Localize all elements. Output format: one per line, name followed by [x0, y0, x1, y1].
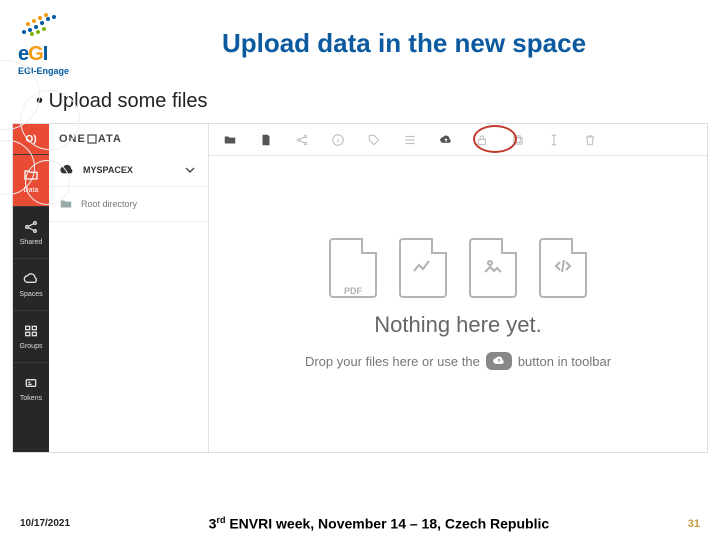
sidebar-item-shared[interactable]: Shared — [13, 206, 49, 258]
bullet-text: • Upload some files — [0, 76, 720, 123]
sidebar-item-label: Shared — [20, 239, 43, 246]
space-name: MYSPACEX — [83, 165, 133, 175]
groups-icon — [23, 323, 39, 339]
lock-icon[interactable] — [475, 133, 489, 147]
tag-icon[interactable] — [367, 133, 381, 147]
brand-glyph-icon — [87, 134, 97, 144]
space-selector[interactable]: MYSPACEX — [49, 154, 208, 187]
brand-bar: ONEATA — [49, 124, 208, 154]
sidebar-item-spaces[interactable]: Spaces — [13, 258, 49, 310]
share-icon[interactable] — [295, 133, 309, 147]
upload-icon[interactable] — [439, 133, 453, 147]
slide-title: Upload data in the new space — [106, 28, 702, 59]
folder-icon — [59, 197, 73, 211]
new-folder-icon[interactable] — [223, 133, 237, 147]
hint-text-pre: Drop your files here or use the — [305, 354, 480, 369]
main-area: PDF Nothing here yet. Drop your files he… — [209, 124, 707, 452]
rename-icon[interactable] — [547, 133, 561, 147]
file-icons-row: PDF — [329, 238, 587, 298]
sidebar-item-label: Tokens — [20, 395, 42, 402]
hint-text-post: button in toolbar — [518, 354, 611, 369]
onedata-screenshot: O) Data Shared Spaces Groups Tokens ONEA… — [12, 123, 708, 453]
empty-title: Nothing here yet. — [374, 312, 542, 338]
sidebar-item-data[interactable]: Data — [13, 154, 49, 206]
share-icon — [23, 219, 39, 235]
slide-header: eGI EGI-Engage Upload data in the new sp… — [0, 0, 720, 76]
sidebar-logo[interactable]: O) — [13, 124, 49, 154]
toolbar — [209, 124, 707, 156]
egi-logo: eGI EGI-Engage — [18, 10, 106, 76]
token-icon — [23, 375, 39, 391]
chevron-down-icon — [182, 162, 198, 178]
file-icon[interactable] — [259, 133, 273, 147]
info-icon[interactable] — [331, 133, 345, 147]
empty-state: PDF Nothing here yet. Drop your files he… — [209, 156, 707, 452]
space-panel: ONEATA MYSPACEX Root directory — [49, 124, 209, 452]
sidebar-item-label: Groups — [20, 343, 43, 350]
sidebar-item-label: Spaces — [19, 291, 42, 298]
copy-icon[interactable] — [511, 133, 525, 147]
list-icon[interactable] — [403, 133, 417, 147]
slide-footer: 10/17/2021 3rd ENVRI week, November 14 –… — [0, 515, 720, 532]
folder-name: Root directory — [81, 199, 137, 209]
footer-date: 10/17/2021 — [20, 518, 70, 529]
sidebar: O) Data Shared Spaces Groups Tokens — [13, 124, 49, 452]
pdf-file-icon: PDF — [329, 238, 377, 298]
cloud-icon — [23, 271, 39, 287]
folder-icon — [23, 167, 39, 183]
sidebar-item-tokens[interactable]: Tokens — [13, 362, 49, 414]
footer-center: 3rd ENVRI week, November 14 – 18, Czech … — [70, 515, 688, 532]
folder-row[interactable]: Root directory — [49, 187, 208, 222]
logo-subtitle: EGI-Engage — [18, 66, 106, 76]
trash-icon[interactable] — [583, 133, 597, 147]
sidebar-item-label: Data — [24, 187, 39, 194]
logo-dots-icon — [18, 10, 78, 38]
cloud-icon — [59, 162, 75, 178]
code-file-icon — [539, 238, 587, 298]
sidebar-item-groups[interactable]: Groups — [13, 310, 49, 362]
image-file-icon — [469, 238, 517, 298]
empty-hint: Drop your files here or use the button i… — [305, 352, 611, 370]
footer-page: 31 — [688, 518, 700, 530]
chart-file-icon — [399, 238, 447, 298]
upload-button-ref — [486, 352, 512, 370]
